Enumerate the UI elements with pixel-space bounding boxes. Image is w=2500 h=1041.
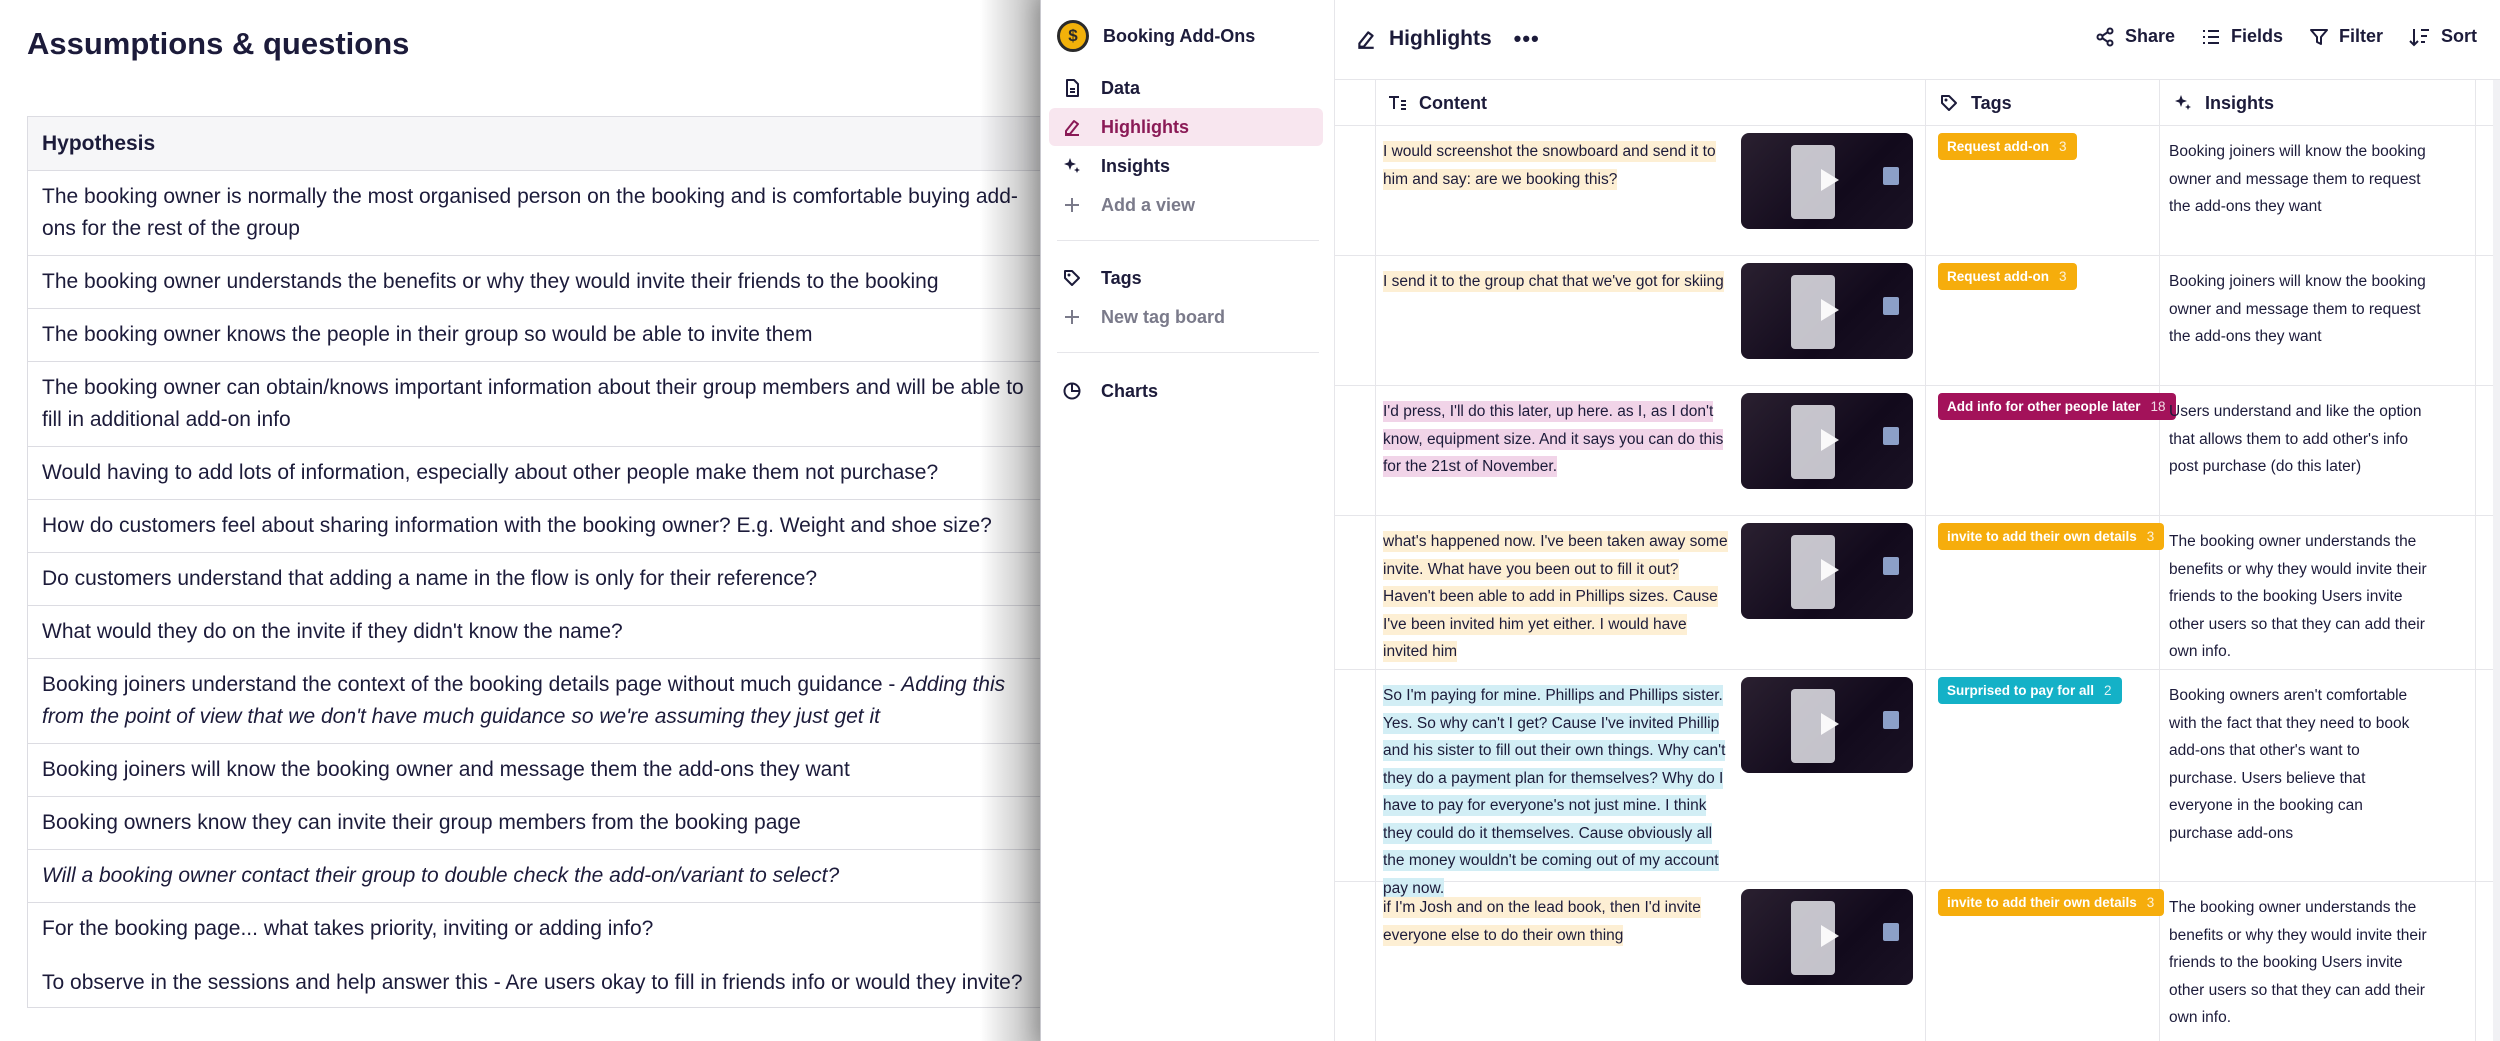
filter-button[interactable]: Filter bbox=[2309, 26, 2383, 47]
assumptions-document: Assumptions & questions Hypothesis The b… bbox=[0, 0, 1040, 1041]
view-title[interactable]: Highlights ••• bbox=[1355, 26, 1540, 52]
plus-icon bbox=[1061, 194, 1083, 216]
hypothesis-table: Hypothesis The booking owner is normally… bbox=[27, 116, 1040, 1008]
sparkle-icon bbox=[1061, 155, 1083, 177]
workspace-switcher[interactable]: $ Booking Add-Ons bbox=[1057, 20, 1255, 52]
video-thumbnail[interactable] bbox=[1741, 523, 1913, 619]
video-thumbnail[interactable] bbox=[1741, 677, 1913, 773]
document-icon bbox=[1061, 77, 1083, 99]
share-button[interactable]: Share bbox=[2095, 26, 2175, 47]
insight-text: The booking owner understands the benefi… bbox=[2169, 899, 2427, 1026]
tag-badge[interactable]: invite to add their own details 3 bbox=[1938, 523, 2165, 550]
workspace-name: Booking Add-Ons bbox=[1103, 25, 1256, 46]
document-title: Assumptions & questions bbox=[27, 26, 410, 61]
insight-text: Booking joiners will know the booking ow… bbox=[2169, 273, 2426, 345]
play-icon bbox=[1821, 713, 1839, 735]
table-row[interactable]: The booking owner understands the benefi… bbox=[28, 256, 1040, 309]
table-header: Hypothesis bbox=[28, 117, 1040, 171]
table-row[interactable]: What would they do on the invite if they… bbox=[28, 606, 1040, 659]
sidebar: $ Booking Add-Ons Data Highlights Insigh… bbox=[1041, 0, 1335, 1041]
table-row[interactable]: How do customers feel about sharing info… bbox=[28, 500, 1040, 553]
tag-icon bbox=[1061, 267, 1083, 289]
highlight-content[interactable]: what's happened now. I've been taken awa… bbox=[1383, 528, 1733, 666]
insight-text: Booking joiners will know the booking ow… bbox=[2169, 143, 2426, 215]
more-options-icon[interactable]: ••• bbox=[1514, 26, 1540, 52]
view-toolbar: Highlights ••• Share Fields Filter Sort bbox=[1335, 0, 2500, 80]
sparkle-icon bbox=[2175, 95, 2191, 110]
table-row[interactable]: Booking joiners will know the booking ow… bbox=[28, 744, 1040, 797]
workspace-logo-icon: $ bbox=[1057, 20, 1089, 52]
text-icon bbox=[1389, 96, 1406, 110]
insight-text: The booking owner understands the benefi… bbox=[2169, 533, 2427, 660]
fields-icon bbox=[2202, 29, 2219, 44]
table-row[interactable]: So I'm paying for mine. Phillips and Phi… bbox=[1335, 670, 2500, 899]
highlight-content[interactable]: So I'm paying for mine. Phillips and Phi… bbox=[1383, 682, 1733, 902]
table-header: Content Tags Insights bbox=[1335, 80, 2500, 126]
pie-chart-icon bbox=[1061, 380, 1083, 402]
highlight-content[interactable]: if I'm Josh and on the lead book, then I… bbox=[1383, 894, 1733, 949]
table-row[interactable]: The booking owner knows the people in th… bbox=[28, 309, 1040, 362]
sidebar-item-data[interactable]: Data bbox=[1049, 69, 1323, 107]
play-icon bbox=[1821, 559, 1839, 581]
insight-text: Booking owners aren't comfortable with t… bbox=[2169, 687, 2410, 842]
table-row[interactable]: what's happened now. I've been taken awa… bbox=[1335, 516, 2500, 670]
highlight-content[interactable]: I send it to the group chat that we've g… bbox=[1383, 268, 1733, 296]
highlight-content[interactable]: I'd press, I'll do this later, up here. … bbox=[1383, 398, 1733, 481]
window-shadow bbox=[980, 0, 1040, 1041]
table-row[interactable]: I would screenshot the snowboard and sen… bbox=[1335, 126, 2500, 256]
table-row[interactable]: I'd press, I'll do this later, up here. … bbox=[1335, 386, 2500, 516]
new-tag-board-button[interactable]: New tag board bbox=[1049, 298, 1323, 336]
sidebar-divider bbox=[1057, 240, 1319, 241]
highlight-content[interactable]: I would screenshot the snowboard and sen… bbox=[1383, 138, 1733, 193]
tag-badge[interactable]: Request add-on 3 bbox=[1938, 133, 2077, 160]
sidebar-item-tags[interactable]: Tags bbox=[1049, 259, 1323, 297]
video-thumbnail[interactable] bbox=[1741, 889, 1913, 985]
tag-badge[interactable]: Surprised to pay for all 2 bbox=[1938, 677, 2122, 704]
table-row[interactable]: For the booking page... what takes prior… bbox=[28, 903, 1040, 1008]
sidebar-item-insights[interactable]: Insights bbox=[1049, 147, 1323, 185]
table-row[interactable]: I send it to the group chat that we've g… bbox=[1335, 256, 2500, 386]
video-thumbnail[interactable] bbox=[1741, 393, 1913, 489]
video-thumbnail[interactable] bbox=[1741, 263, 1913, 359]
table-row[interactable]: Will a booking owner contact their group… bbox=[28, 850, 1040, 903]
sidebar-item-highlights[interactable]: Highlights bbox=[1049, 108, 1323, 146]
play-icon bbox=[1821, 299, 1839, 321]
table-row[interactable]: The booking owner can obtain/knows impor… bbox=[28, 362, 1040, 447]
filter-icon bbox=[2309, 28, 2328, 45]
sort-icon bbox=[2409, 28, 2429, 46]
app-window: $ Booking Add-Ons Data Highlights Insigh… bbox=[1040, 0, 2500, 1041]
tag-badge[interactable]: Add info for other people later 18 bbox=[1938, 393, 2176, 420]
sidebar-divider bbox=[1057, 352, 1319, 353]
fields-button[interactable]: Fields bbox=[2201, 26, 2283, 47]
tag-badge[interactable]: Request add-on 3 bbox=[1938, 263, 2077, 290]
table-row[interactable]: Booking joiners understand the context o… bbox=[28, 659, 1040, 744]
sort-button[interactable]: Sort bbox=[2409, 26, 2477, 47]
add-view-button[interactable]: Add a view bbox=[1049, 186, 1323, 224]
column-header-insights[interactable]: Insights bbox=[2173, 80, 2274, 126]
tag-badge[interactable]: invite to add their own details 3 bbox=[1938, 889, 2165, 916]
play-icon bbox=[1821, 429, 1839, 451]
horizontal-overflow-edge bbox=[2493, 80, 2500, 1041]
view-actions: Share Fields Filter Sort bbox=[2095, 26, 2500, 47]
share-icon bbox=[2096, 27, 2114, 46]
plus-icon bbox=[1061, 306, 1083, 328]
highlights-view: Highlights ••• Share Fields Filter Sort … bbox=[1335, 0, 2500, 1041]
highlighter-icon bbox=[1061, 116, 1083, 138]
play-icon bbox=[1821, 169, 1839, 191]
table-row[interactable]: Would having to add lots of information,… bbox=[28, 447, 1040, 500]
column-header-content[interactable]: Content bbox=[1387, 80, 1487, 126]
table-row[interactable]: The booking owner is normally the most o… bbox=[28, 171, 1040, 256]
column-header-tags[interactable]: Tags bbox=[1939, 80, 2012, 126]
play-icon bbox=[1821, 925, 1839, 947]
highlighter-icon bbox=[1355, 28, 1377, 50]
table-row[interactable]: Booking owners know they can invite thei… bbox=[28, 797, 1040, 850]
table-row[interactable]: Do customers understand that adding a na… bbox=[28, 553, 1040, 606]
insight-text: Users understand and like the option tha… bbox=[2169, 403, 2422, 475]
tag-icon bbox=[1941, 95, 1957, 111]
video-thumbnail[interactable] bbox=[1741, 133, 1913, 229]
table-row[interactable]: if I'm Josh and on the lead book, then I… bbox=[1335, 882, 2500, 1041]
sidebar-item-charts[interactable]: Charts bbox=[1049, 372, 1323, 410]
